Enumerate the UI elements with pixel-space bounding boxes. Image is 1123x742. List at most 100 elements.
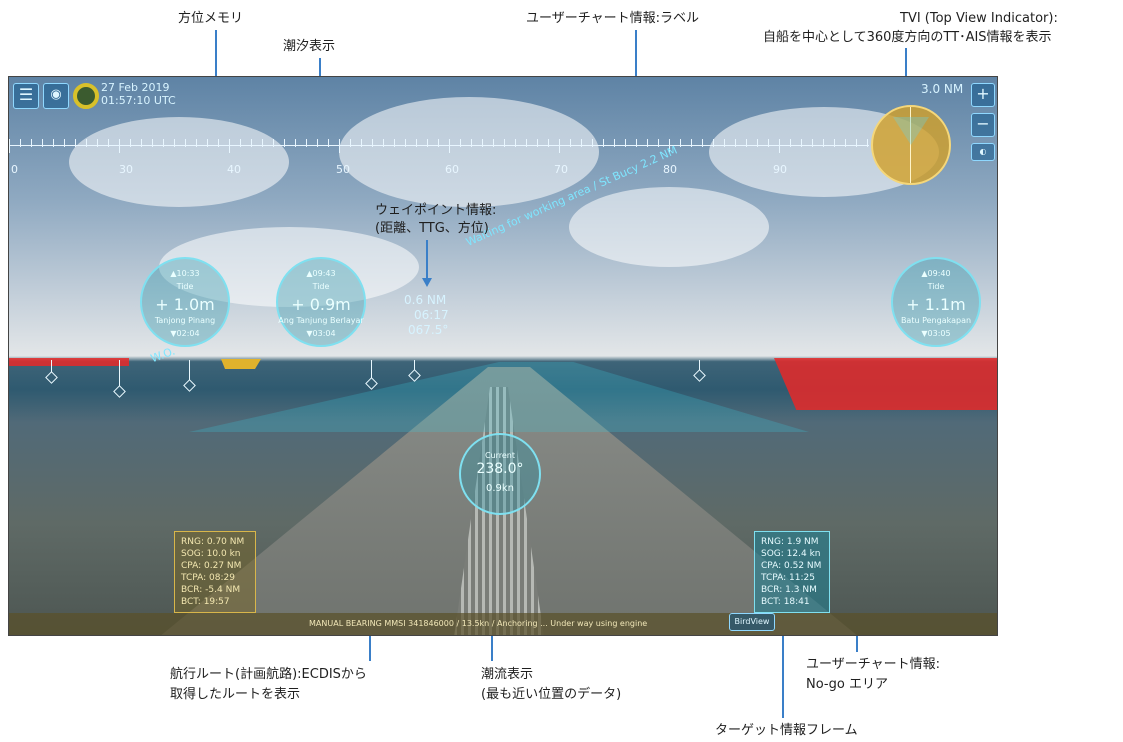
bearing-tick — [790, 139, 791, 147]
buoy-icon[interactable] — [408, 369, 421, 382]
bearing-tick — [559, 139, 560, 153]
label-nogo-1: ユーザーチャート情報: — [806, 657, 940, 672]
bearing-tick — [680, 139, 681, 147]
bearing-tick — [482, 139, 483, 147]
buoy-icon[interactable] — [183, 379, 196, 392]
bearing-tick — [372, 139, 373, 147]
menu-button[interactable]: ☰ — [13, 83, 39, 109]
bearing-tick — [515, 139, 516, 147]
buoy-icon[interactable] — [365, 377, 378, 390]
camera-button[interactable]: ◉ — [43, 83, 69, 109]
birdview-button[interactable]: BirdView — [729, 613, 775, 631]
status-message-bar: MANUAL BEARING MMSI 341846000 / 13.5kn /… — [9, 613, 997, 635]
cloud — [69, 117, 289, 207]
waypoint-distance: 0.6 NM — [404, 293, 447, 307]
buoy-icon[interactable] — [693, 369, 706, 382]
target-info-line: TCPA: 11:25 — [761, 573, 815, 583]
target-info-frame-left[interactable]: RNG: 0.70 NM SOG: 10.0 kn CPA: 0.27 NM T… — [174, 531, 256, 613]
buoy-marker — [119, 360, 120, 386]
tide-title: Tide — [927, 282, 945, 291]
label-bearing-memory: 方位メモリ — [178, 11, 244, 26]
bearing-tick — [702, 139, 703, 147]
tide-dial-right[interactable]: ▲09:40 Tide + 1.1m Batu Pengakapan ▼03:0… — [891, 257, 981, 347]
buoy-icon[interactable] — [45, 371, 58, 384]
top-view-indicator[interactable] — [871, 105, 951, 185]
bearing-tick — [823, 139, 824, 147]
bearing-tick — [713, 139, 714, 147]
bearing-tick — [97, 139, 98, 147]
bearing-tick — [361, 139, 362, 147]
bearing-tick — [746, 139, 747, 147]
tvi-range: 3.0 NM — [921, 82, 964, 96]
camera-icon: ◉ — [50, 87, 62, 102]
bearing-tick — [163, 139, 164, 147]
buoy-icon[interactable] — [113, 385, 126, 398]
bearing-tick — [526, 139, 527, 147]
bearing-label: 40 — [227, 163, 241, 176]
bearing-tick — [20, 139, 21, 147]
target-info-frame-right[interactable]: RNG: 1.9 NM SOG: 12.4 kn CPA: 0.52 NM TC… — [754, 531, 830, 613]
bearing-tick — [867, 139, 868, 147]
label-tide-display: 潮汐表示 — [283, 39, 336, 54]
zoom-in-button[interactable]: + — [971, 83, 995, 107]
target-info-line: TCPA: 08:29 — [181, 573, 235, 583]
buoy-marker — [371, 360, 372, 378]
tide-value: + 1.1m — [906, 295, 966, 314]
bearing-label: 80 — [663, 163, 677, 176]
current-speed: 0.9kn — [485, 483, 515, 494]
tide-high-time: ▲09:43 — [306, 269, 336, 278]
label-current-2: (最も近い位置のデータ) — [481, 687, 622, 702]
tide-high-time: ▲10:33 — [170, 269, 200, 278]
bearing-tick — [614, 139, 615, 147]
zoom-out-button[interactable]: − — [971, 113, 995, 137]
label-tvi-desc: 自船を中心として360度方向のTT･AIS情報を表示 — [763, 30, 1052, 45]
bearing-tick — [75, 139, 76, 147]
time-text: 01:57:10 UTC — [101, 94, 176, 107]
label-current-1: 潮流表示 — [481, 667, 534, 682]
target-vessel-icon[interactable] — [221, 359, 261, 369]
view-toggle-button[interactable]: ◐ — [971, 143, 995, 161]
bearing-tick — [295, 139, 296, 147]
tide-low-time: ▼03:04 — [306, 329, 336, 338]
route-label: W.O. — [149, 344, 177, 366]
bearing-tick — [636, 139, 637, 147]
target-info-line: BCT: 18:41 — [761, 597, 810, 607]
bearing-tick — [427, 139, 428, 147]
target-info-line: BCR: -5.4 NM — [181, 585, 241, 595]
label-route-1: 航行ルート(計画航路):ECDISから — [170, 667, 367, 682]
tide-dial-left[interactable]: ▲10:33 Tide + 1.0m Tanjong Pinang ▼02:04 — [140, 257, 230, 347]
bearing-tick — [185, 139, 186, 147]
bearing-tick — [856, 139, 857, 147]
bearing-tick — [416, 139, 417, 147]
bearing-label: 50 — [336, 163, 350, 176]
bearing-tick — [284, 139, 285, 147]
target-info-line: CPA: 0.52 NM — [761, 561, 822, 571]
bearing-tick — [779, 139, 780, 153]
bearing-tick — [229, 139, 230, 153]
bearing-tick — [207, 139, 208, 147]
bearing-tick — [273, 139, 274, 147]
bearing-tick — [251, 139, 252, 147]
bearing-tick — [801, 139, 802, 147]
current-dial[interactable]: Current 238.0° 0.9kn — [459, 433, 541, 515]
bearing-tick — [537, 139, 538, 147]
bearing-tick — [306, 139, 307, 147]
bearing-tick — [174, 139, 175, 147]
bearing-label: 90 — [773, 163, 787, 176]
bearing-tick — [119, 139, 120, 153]
bearing-tick — [812, 139, 813, 147]
tide-value: + 1.0m — [155, 295, 215, 314]
bearing-tick — [317, 139, 318, 147]
bearing-tick — [724, 139, 725, 147]
bearing-tick — [449, 139, 450, 153]
bearing-tick — [86, 139, 87, 147]
current-direction: 238.0° — [476, 461, 524, 477]
bearing-tick — [108, 139, 109, 147]
bearing-tick — [757, 139, 758, 147]
tide-dial-middle[interactable]: ▲09:43 Tide + 0.9m Ang Tanjung Berlayar … — [276, 257, 366, 347]
bearing-tick — [493, 139, 494, 147]
menu-icon: ☰ — [18, 85, 34, 104]
bearing-tick — [42, 139, 43, 147]
bearing-label: 70 — [554, 163, 568, 176]
target-info-line: SOG: 10.0 kn — [181, 549, 241, 559]
